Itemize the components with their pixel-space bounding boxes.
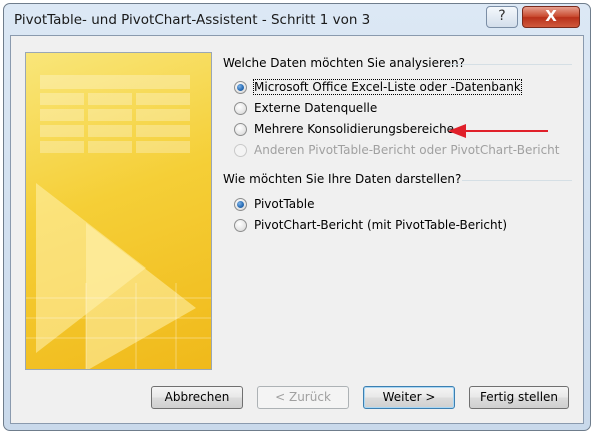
radio-external-source[interactable]: Externe Datenquelle bbox=[234, 101, 377, 115]
radio-button[interactable] bbox=[234, 218, 247, 232]
red-arrow-icon bbox=[448, 124, 548, 138]
dialog-body: Welche Daten möchten Sie analysieren? Mi… bbox=[10, 35, 584, 424]
radio-other-pivot-report: Anderen PivotTable-Bericht oder PivotCha… bbox=[234, 143, 560, 157]
finish-button[interactable]: Fertig stellen bbox=[469, 386, 569, 409]
radio-button[interactable] bbox=[234, 101, 247, 115]
close-icon[interactable]: X bbox=[522, 6, 580, 28]
radio-multiple-consolidation[interactable]: Mehrere Konsolidierungsbereiche bbox=[234, 122, 454, 136]
report-type-heading: Wie möchten Sie Ihre Daten darstellen? bbox=[223, 172, 462, 186]
divider bbox=[448, 64, 572, 65]
radio-label: PivotChart-Bericht (mit PivotTable-Beric… bbox=[254, 218, 508, 232]
radio-label: Anderen PivotTable-Bericht oder PivotCha… bbox=[254, 143, 560, 157]
radio-pivotchart[interactable]: PivotChart-Bericht (mit PivotTable-Beric… bbox=[234, 218, 507, 232]
radio-excel-list[interactable]: Microsoft Office Excel-Liste oder -Daten… bbox=[234, 79, 522, 95]
title-bar[interactable]: PivotTable- und PivotChart-Assistent - S… bbox=[4, 4, 590, 36]
pivot-table-illustration-icon bbox=[26, 75, 211, 369]
help-icon[interactable]: ? bbox=[486, 6, 518, 28]
radio-pivottable[interactable]: PivotTable bbox=[234, 197, 315, 211]
radio-button[interactable] bbox=[234, 197, 247, 211]
cancel-button[interactable]: Abbrechen bbox=[151, 386, 243, 409]
radio-label: Mehrere Konsolidierungsbereiche bbox=[254, 122, 455, 136]
radio-button[interactable] bbox=[234, 80, 247, 94]
window-title: PivotTable- und PivotChart-Assistent - S… bbox=[14, 12, 371, 28]
back-button[interactable]: < Zurück bbox=[257, 386, 349, 409]
radio-label: Externe Datenquelle bbox=[254, 101, 378, 115]
wizard-illustration bbox=[25, 52, 212, 370]
radio-label: PivotTable bbox=[254, 197, 315, 211]
data-source-heading: Welche Daten möchten Sie analysieren? bbox=[223, 56, 466, 70]
pivot-wizard-dialog: PivotTable- und PivotChart-Assistent - S… bbox=[3, 3, 591, 431]
next-button[interactable]: Weiter > bbox=[363, 386, 455, 409]
radio-button bbox=[234, 143, 247, 157]
divider bbox=[462, 180, 572, 181]
radio-label: Microsoft Office Excel-Liste oder -Daten… bbox=[253, 79, 522, 95]
radio-button[interactable] bbox=[234, 122, 247, 136]
